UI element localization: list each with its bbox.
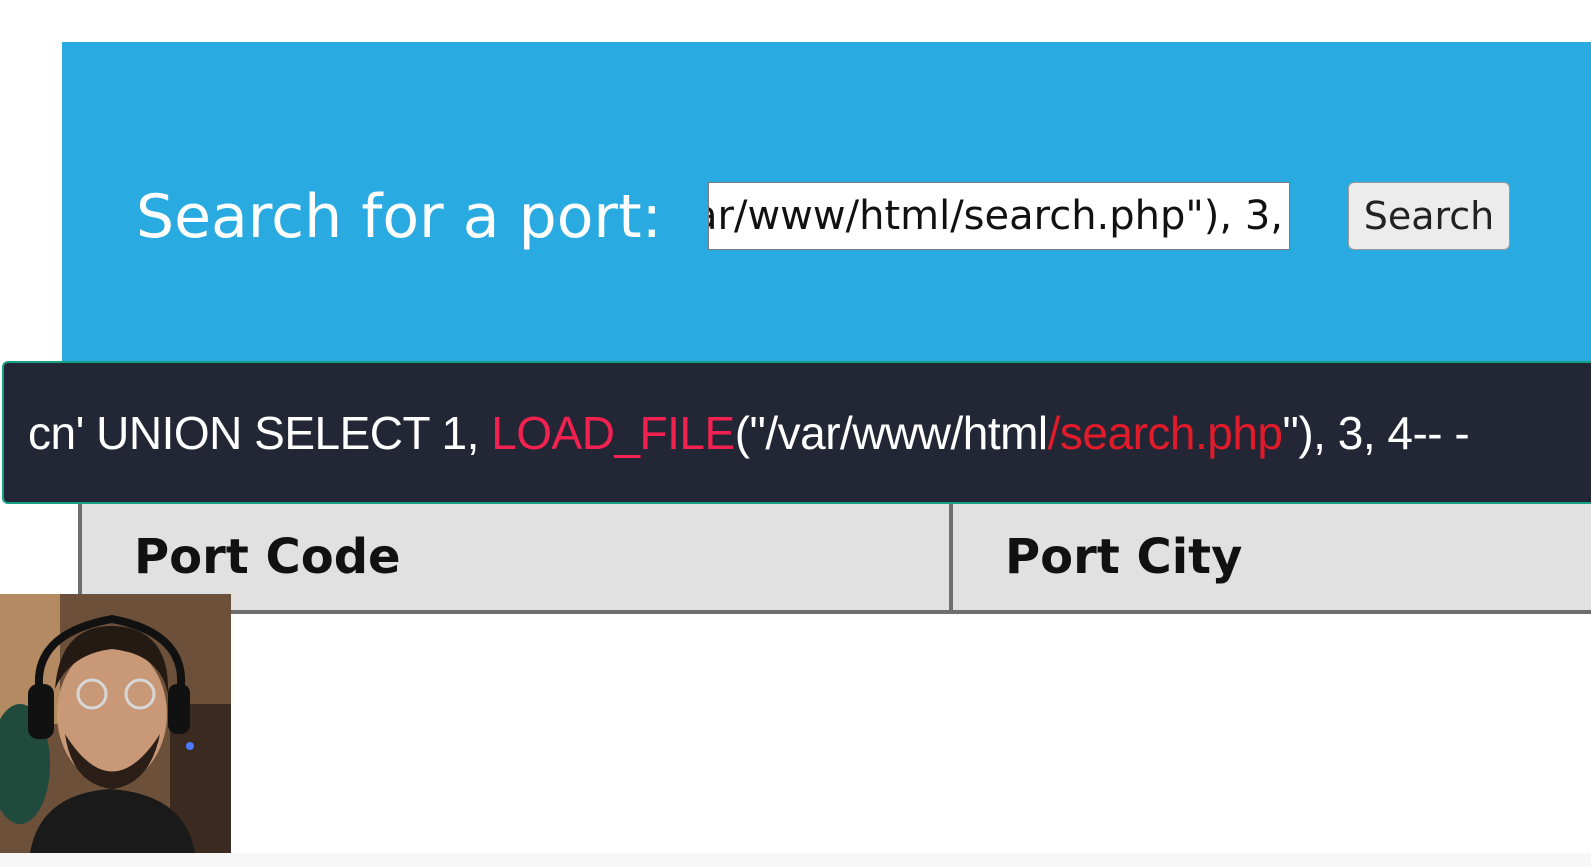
webcam-overlay (0, 594, 231, 853)
sql-prefix: cn' UNION SELECT 1, (28, 406, 492, 459)
presenter-video-icon (0, 594, 231, 853)
sql-query-banner: cn' UNION SELECT 1, LOAD_FILE ("/var/www/… (2, 361, 1591, 504)
sql-suffix: "), 3, 4-- - (1282, 406, 1470, 459)
sql-path: ("/var/www/html (734, 406, 1048, 459)
search-input[interactable]: cn' UNION SELECT 1, LOAD_FILE("/var/www/… (708, 182, 1290, 250)
sql-function: LOAD_FILE (491, 406, 735, 459)
search-input-value: cn' UNION SELECT 1, LOAD_FILE("/var/www/… (709, 193, 1283, 239)
sql-file: /search.php (1047, 406, 1283, 459)
search-label: Search for a port: (136, 182, 662, 252)
search-button[interactable]: Search (1348, 182, 1510, 250)
port-table-header: Port Code Port City (78, 504, 1591, 614)
column-header-port-city[interactable]: Port City (953, 504, 1591, 610)
bottom-edge (0, 853, 1591, 867)
